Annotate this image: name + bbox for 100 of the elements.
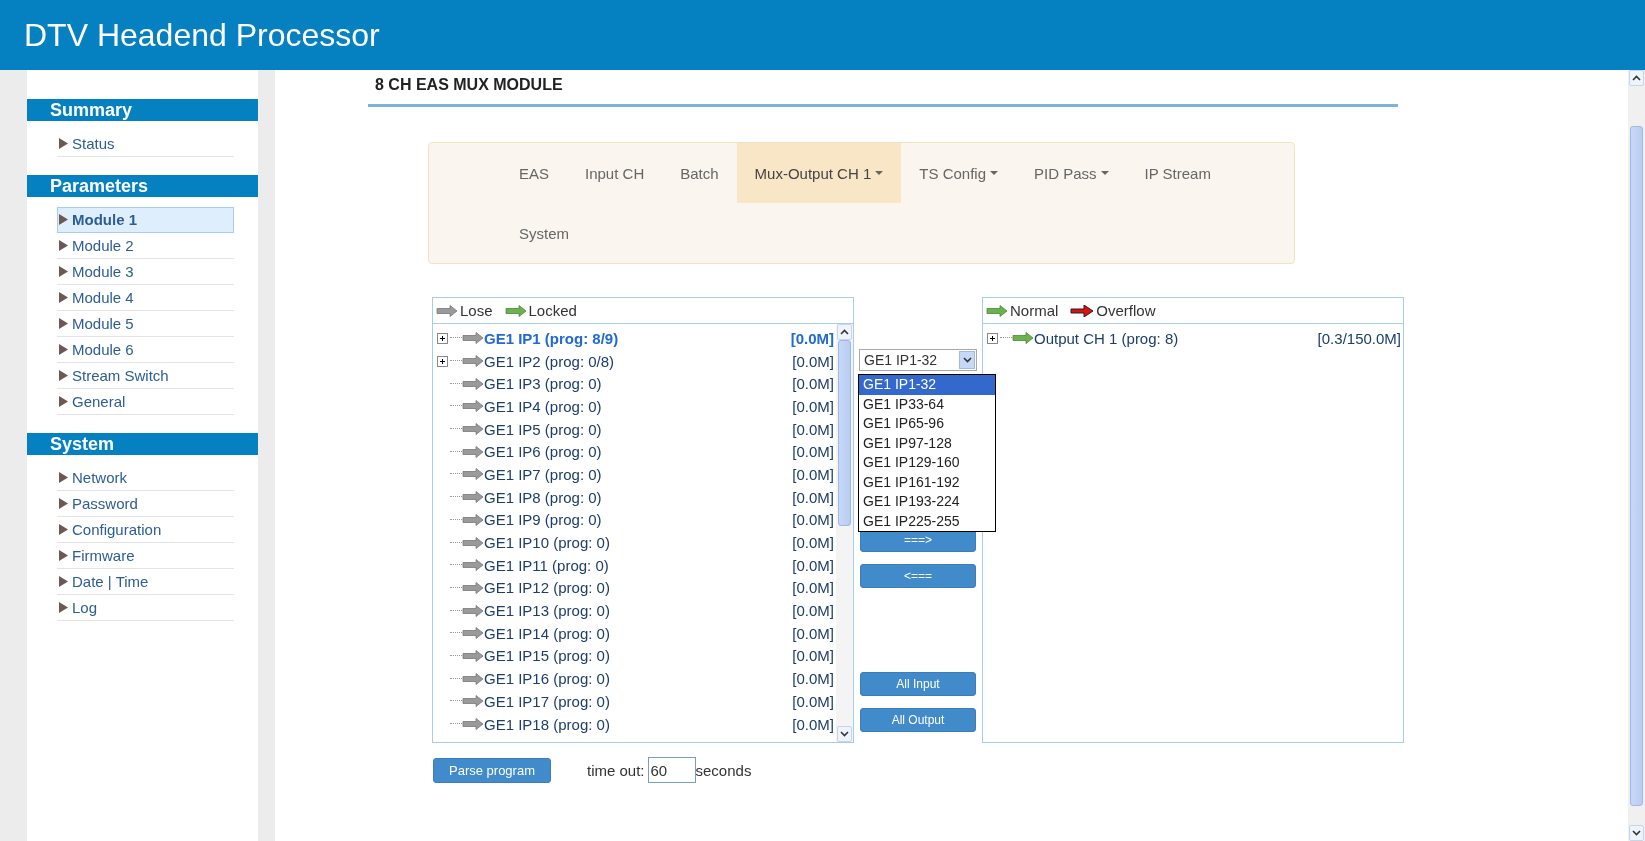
tree-item[interactable]: GE1 IP9 (prog: 0) [0.0M] xyxy=(437,508,834,532)
scrollbar[interactable] xyxy=(836,324,853,742)
tree-item[interactable]: GE1 IP13 (prog: 0) [0.0M] xyxy=(437,599,834,622)
sidebar-item[interactable]: Module 6 xyxy=(57,337,234,363)
sidebar-item[interactable]: Firmware xyxy=(57,543,234,569)
section-title: Summary xyxy=(27,99,258,121)
bitrate: [0.0M] xyxy=(792,534,834,552)
sidebar-item[interactable]: Configuration xyxy=(57,517,234,543)
item-label: GE1 IP10 (prog: 0) xyxy=(484,534,610,552)
scroll-down-icon[interactable] xyxy=(1632,830,1641,836)
tree-item[interactable]: GE1 IP15 (prog: 0) [0.0M] xyxy=(437,644,834,668)
triangle-icon xyxy=(59,318,68,329)
tab[interactable]: System xyxy=(501,203,587,263)
sidebar-item[interactable]: Module 4 xyxy=(57,285,234,311)
tree-item[interactable]: GE1 IP16 (prog: 0) [0.0M] xyxy=(437,667,834,690)
sidebar-item[interactable]: Module 1 xyxy=(57,207,234,233)
expand-icon[interactable] xyxy=(437,332,448,344)
unit-label: seconds xyxy=(695,761,752,779)
tab[interactable]: EAS xyxy=(501,143,567,203)
bitrate: [0.0M] xyxy=(792,647,834,665)
item-label: GE1 IP17 (prog: 0) xyxy=(484,692,610,710)
tab[interactable]: Mux-Output CH 1 xyxy=(736,143,902,203)
caret-icon xyxy=(875,171,884,175)
page-scrollbar[interactable] xyxy=(1628,70,1645,841)
item-label: GE1 IP9 (prog: 0) xyxy=(484,511,602,529)
parse-button[interactable]: Parse program xyxy=(433,757,551,783)
sidebar-item[interactable]: Log xyxy=(57,595,234,621)
timeout-label: time out: xyxy=(587,761,645,779)
legend-label: Locked xyxy=(528,302,577,319)
legend-label: Lose xyxy=(460,302,493,319)
item-label: GE1 IP7 (prog: 0) xyxy=(484,465,602,483)
tree-item[interactable]: GE1 IP11 (prog: 0) [0.0M] xyxy=(437,553,834,577)
tree-item[interactable]: GE1 IP17 (prog: 0) [0.0M] xyxy=(437,690,834,713)
item-label: GE1 IP15 (prog: 0) xyxy=(484,647,610,665)
sidebar-item[interactable]: General xyxy=(57,389,234,415)
module-title: 8 CH EAS MUX MODULE xyxy=(368,70,1398,107)
bitrate: [0.0M] xyxy=(792,715,834,733)
bitrate: [0.0M] xyxy=(792,397,834,415)
sidebar-item[interactable]: Date | Time xyxy=(57,569,234,595)
tab[interactable]: Input CH xyxy=(567,143,663,203)
section-title: System xyxy=(27,433,258,455)
tab[interactable]: IP Stream xyxy=(1126,143,1229,203)
bulk-button[interactable]: All Input xyxy=(860,672,976,696)
expand-icon[interactable] xyxy=(437,355,448,367)
bitrate: [0.0M] xyxy=(792,488,834,506)
triangle-icon xyxy=(59,472,68,483)
sidebar-item[interactable]: Password xyxy=(57,491,234,517)
tree-item[interactable]: GE1 IP3 (prog: 0) [0.0M] xyxy=(437,372,834,396)
sidebar-item[interactable]: Module 3 xyxy=(57,259,234,285)
triangle-icon xyxy=(59,498,68,509)
sidebar-item[interactable]: Module 2 xyxy=(57,233,234,259)
tab[interactable]: TS Config xyxy=(901,143,1016,203)
tree-item[interactable]: GE1 IP5 (prog: 0) [0.0M] xyxy=(437,417,834,441)
tab[interactable]: PID Pass xyxy=(1016,143,1127,203)
tree-item[interactable]: GE1 IP14 (prog: 0) [0.0M] xyxy=(437,621,834,645)
item-label: Output CH 1 (prog: 8) xyxy=(1034,329,1179,347)
triangle-icon xyxy=(59,344,68,355)
tree-item[interactable]: GE1 IP12 (prog: 0) [0.0M] xyxy=(437,576,834,600)
scroll-up-icon[interactable] xyxy=(840,329,849,335)
item-label: GE1 IP11 (prog: 0) xyxy=(484,556,609,574)
scroll-up-icon[interactable] xyxy=(1632,75,1641,81)
item-label: GE1 IP5 (prog: 0) xyxy=(484,420,602,438)
triangle-icon xyxy=(59,602,68,613)
move-button[interactable]: <=== xyxy=(860,564,976,588)
bitrate: [0.0M] xyxy=(792,443,834,461)
range-select[interactable]: GE1 IP1-32 xyxy=(859,349,977,371)
tree-item[interactable]: GE1 IP6 (prog: 0) [0.0M] xyxy=(437,440,834,464)
scroll-down-icon[interactable] xyxy=(840,731,849,737)
triangle-icon xyxy=(59,138,68,149)
tree-item[interactable]: GE1 IP2 (prog: 0/8) [0.0M] xyxy=(437,349,834,373)
caret-icon xyxy=(990,171,998,175)
triangle-icon xyxy=(59,370,68,381)
sidebar-item[interactable]: Stream Switch xyxy=(57,363,234,389)
expand-icon[interactable] xyxy=(987,332,998,344)
bitrate: [0.0M] xyxy=(792,624,834,642)
tree-item[interactable]: Output CH 1 (prog: 8) [0.3/150.0M] xyxy=(987,327,1401,350)
sidebar-item[interactable]: Module 5 xyxy=(57,311,234,337)
tree-item[interactable]: GE1 IP8 (prog: 0) [0.0M] xyxy=(437,485,834,509)
app-title: DTV Headend Processor xyxy=(24,16,380,54)
tree-item[interactable]: GE1 IP1 (prog: 8/9) [0.0M] xyxy=(437,327,834,350)
dropdown-icon[interactable] xyxy=(962,357,972,363)
dropdown-option[interactable]: GE1 IP1-32 xyxy=(859,375,995,395)
bitrate: [0.0M] xyxy=(792,511,834,529)
section-title: Parameters xyxy=(27,175,258,197)
bulk-button[interactable]: All Output xyxy=(860,708,976,732)
triangle-icon xyxy=(59,266,68,277)
sidebar-item[interactable]: Network xyxy=(57,465,234,491)
sidebar-item[interactable]: Status xyxy=(57,131,234,157)
tree-item[interactable]: GE1 IP4 (prog: 0) [0.0M] xyxy=(437,395,834,418)
timeout-field[interactable]: 60 xyxy=(647,757,696,783)
triangle-icon xyxy=(59,396,68,407)
tree-item[interactable]: GE1 IP7 (prog: 0) [0.0M] xyxy=(437,463,834,486)
bitrate: [0.0M] xyxy=(792,692,834,710)
bitrate: [0.3/150.0M] xyxy=(1317,329,1401,347)
tab[interactable]: Batch xyxy=(662,143,737,203)
bitrate: [0.0M] xyxy=(792,465,834,483)
tree-item[interactable]: GE1 IP10 (prog: 0) [0.0M] xyxy=(437,531,834,554)
triangle-icon xyxy=(59,524,68,535)
bitrate: [0.0M] xyxy=(792,579,834,597)
tree-item[interactable]: GE1 IP18 (prog: 0) [0.0M] xyxy=(437,712,834,736)
